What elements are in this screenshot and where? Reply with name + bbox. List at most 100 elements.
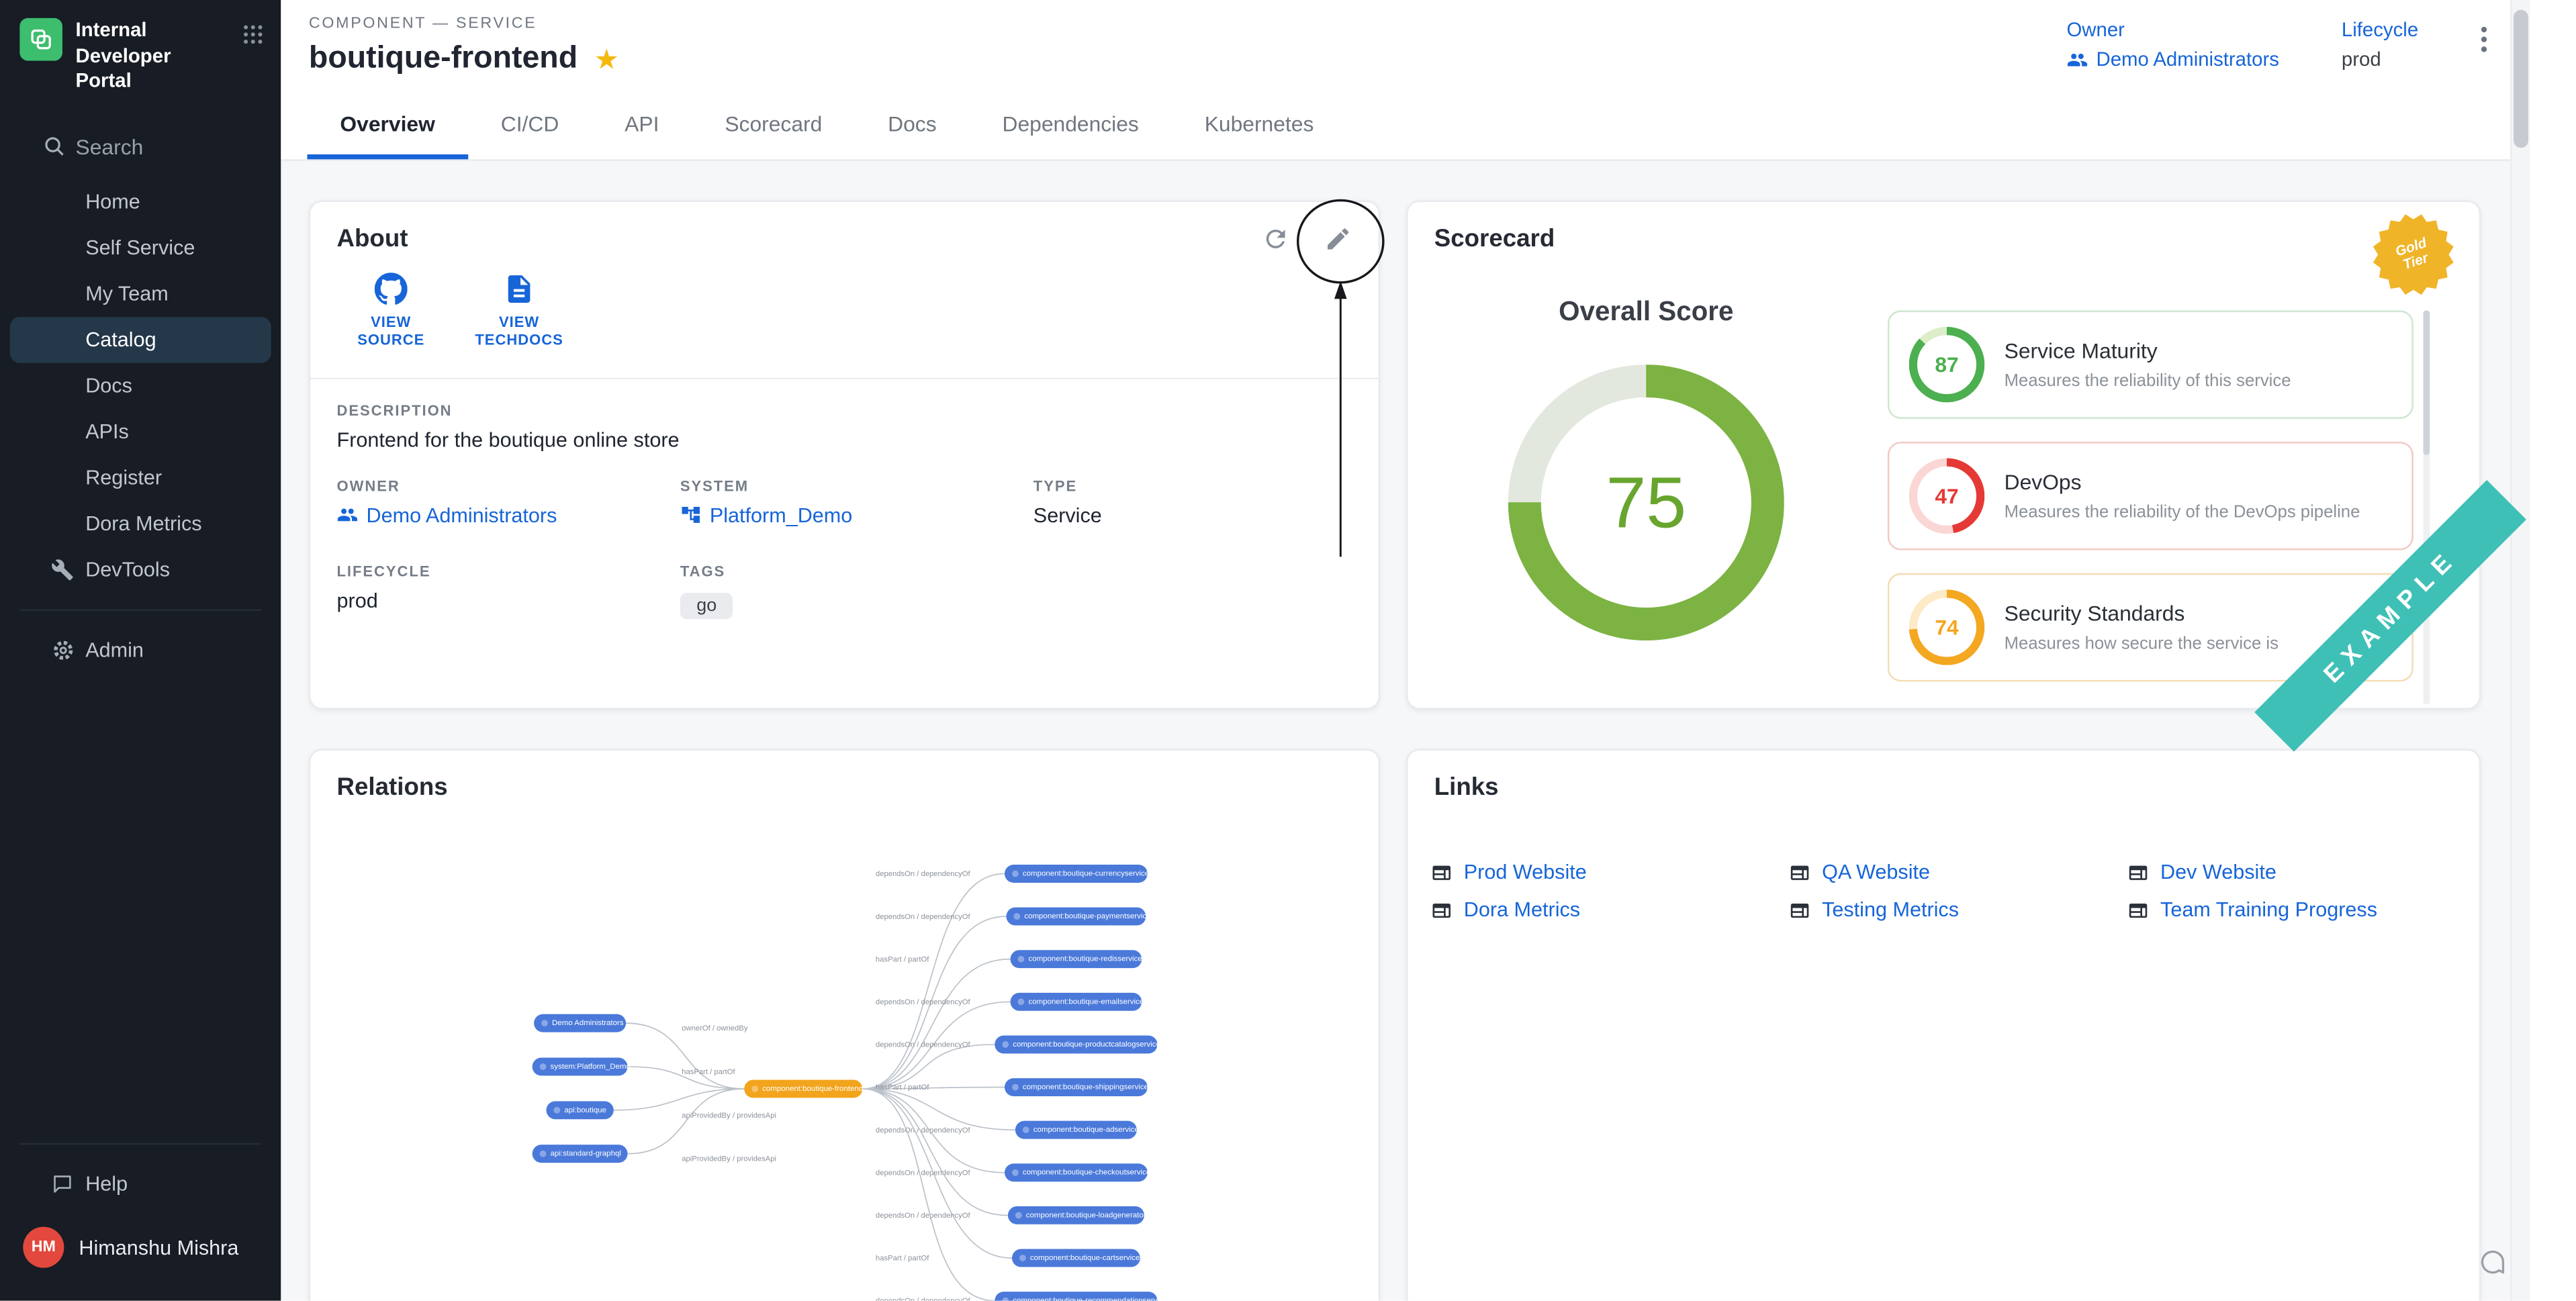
svg-text:apiProvidedBy / providesApi: apiProvidedBy / providesApi <box>682 1112 776 1120</box>
user-name: Himanshu Mishra <box>79 1237 238 1259</box>
star-icon[interactable]: ★ <box>594 45 619 73</box>
refresh-icon[interactable] <box>1250 213 1299 262</box>
portal-logo-icon[interactable] <box>19 18 62 61</box>
svg-text:dependsOn / dependencyOf: dependsOn / dependencyOf <box>876 998 971 1006</box>
relation-node-component-boutique-emailservice[interactable]: component:boutique-emailservice <box>1011 993 1144 1011</box>
tab-kubernetes[interactable]: Kubernetes <box>1172 89 1347 159</box>
score-ring: 87 <box>1909 327 1985 403</box>
view-techdocs-button[interactable]: VIEW TECHDOCS <box>465 273 573 350</box>
relation-node-component-boutique-frontend[interactable]: component:boutique-frontend <box>744 1080 863 1098</box>
svg-text:component:boutique-loadgenerat: component:boutique-loadgenerator <box>1026 1211 1146 1219</box>
relation-node-demo-administrators[interactable]: Demo Administrators <box>534 1014 626 1032</box>
overall-score-ring: 75 <box>1508 365 1784 640</box>
tree-icon <box>680 504 702 526</box>
web-icon <box>1789 899 1810 920</box>
svg-text:Demo Administrators: Demo Administrators <box>552 1019 624 1027</box>
system-link[interactable]: Platform_Demo <box>680 503 852 526</box>
links-title: Links <box>1408 751 2479 802</box>
scorecard-item-desc: Measures how secure the service is <box>2005 634 2279 653</box>
link-qa-website[interactable]: QA Website <box>1789 861 2127 883</box>
sidebar-item-label: APIs <box>85 420 129 443</box>
sidebar-item-dora-metrics[interactable]: Dora Metrics <box>10 501 271 546</box>
description-value: Frontend for the boutique online store <box>337 428 1352 450</box>
svg-text:system:Platform_Demo: system:Platform_Demo <box>551 1063 631 1071</box>
sidebar-item-label: Register <box>85 466 162 489</box>
relation-node-component-boutique-adservice[interactable]: component:boutique-adservice <box>1015 1121 1139 1139</box>
relation-node-component-boutique-loadgenerator[interactable]: component:boutique-loadgenerator <box>1008 1206 1146 1224</box>
svg-text:component:boutique-checkoutser: component:boutique-checkoutservice <box>1023 1169 1150 1177</box>
svg-text:api:standard-graphql: api:standard-graphql <box>551 1150 621 1158</box>
edit-icon[interactable] <box>1313 213 1362 262</box>
view-source-button[interactable]: VIEW SOURCE <box>337 273 445 350</box>
web-icon <box>1431 861 1453 883</box>
svg-text:hasPart / partOf: hasPart / partOf <box>876 955 929 963</box>
sidebar-item-help[interactable]: Help <box>10 1161 271 1208</box>
sidebar-item-catalog[interactable]: Catalog <box>10 317 271 363</box>
chat-icon <box>51 1173 74 1196</box>
svg-text:component:boutique-productcata: component:boutique-productcatalogservice <box>1013 1041 1160 1049</box>
sidebar-item-admin[interactable]: Admin <box>10 627 271 673</box>
relation-node-component-boutique-currencyservice[interactable]: component:boutique-currencyservice <box>1005 865 1149 883</box>
svg-text:component:boutique-redisservic: component:boutique-redisservice <box>1028 955 1142 963</box>
chat-bubble-icon[interactable] <box>2476 1247 2507 1278</box>
sidebar-item-self-service[interactable]: Self Service <box>10 225 271 271</box>
tab-scorecard[interactable]: Scorecard <box>692 89 855 159</box>
link-dora-metrics[interactable]: Dora Metrics <box>1431 898 1789 921</box>
page-scrollbar[interactable] <box>2510 0 2530 1301</box>
page-scrollbar-thumb[interactable] <box>2513 10 2528 148</box>
relation-node-component-boutique-recommendationservice[interactable]: component:boutique-recommendationservice <box>995 1292 1167 1301</box>
relations-title: Relations <box>310 751 1378 802</box>
scorecard-item-service-maturity[interactable]: 87Service MaturityMeasures the reliabili… <box>1888 310 2413 418</box>
github-icon <box>375 273 408 305</box>
scorecard-scrollbar-thumb[interactable] <box>2423 310 2430 454</box>
scorecard-item-devops[interactable]: 47DevOpsMeasures the reliability of the … <box>1888 442 2413 550</box>
tab-ci-cd[interactable]: CI/CD <box>468 89 592 159</box>
link-testing-metrics[interactable]: Testing Metrics <box>1789 898 2127 921</box>
lifecycle-value: prod <box>337 589 680 612</box>
relation-node-component-boutique-checkoutservice[interactable]: component:boutique-checkoutservice <box>1005 1163 1150 1182</box>
sidebar-item-label: DevTools <box>85 558 170 581</box>
relation-node-component-boutique-productcatalogservice[interactable]: component:boutique-productcatalogservice <box>995 1035 1160 1053</box>
type-value: Service <box>1033 503 1352 526</box>
owner-link[interactable]: Demo Administrators <box>337 503 557 526</box>
kebab-menu-icon[interactable] <box>2481 18 2487 52</box>
search-label: Search <box>76 134 144 159</box>
sidebar-item-my-team[interactable]: My Team <box>10 271 271 316</box>
sidebar-search[interactable]: Search <box>0 122 281 173</box>
relation-node-component-boutique-redisservice[interactable]: component:boutique-redisservice <box>1011 950 1142 968</box>
link-dev-website[interactable]: Dev Website <box>2127 861 2452 883</box>
lifecycle-label: Lifecycle <box>2342 18 2418 41</box>
user-profile[interactable]: HM Himanshu Mishra <box>0 1208 281 1292</box>
lifecycle-label: LIFECYCLE <box>337 563 680 579</box>
sidebar-item-home[interactable]: Home <box>10 179 271 225</box>
tab-overview[interactable]: Overview <box>307 89 467 159</box>
svg-text:component:boutique-recommendat: component:boutique-recommendationservice <box>1013 1297 1167 1301</box>
sidebar-item-devtools[interactable]: DevTools <box>10 546 271 593</box>
description-label: DESCRIPTION <box>337 401 1352 418</box>
owner-link[interactable]: Demo Administrators <box>2066 48 2279 70</box>
link-team-training-progress[interactable]: Team Training Progress <box>2127 898 2452 921</box>
gear-icon <box>51 638 76 663</box>
tab-docs[interactable]: Docs <box>855 89 969 159</box>
relation-node-component-boutique-cartservice[interactable]: component:boutique-cartservice <box>1012 1249 1140 1267</box>
tab-dependencies[interactable]: Dependencies <box>970 89 1172 159</box>
relation-node-api-standard-graphql[interactable]: api:standard-graphql <box>533 1145 628 1163</box>
svg-text:87: 87 <box>1935 352 1958 377</box>
sidebar-item-docs[interactable]: Docs <box>10 363 271 409</box>
svg-text:dependsOn / dependencyOf: dependsOn / dependencyOf <box>876 1169 971 1177</box>
sidebar-item-apis[interactable]: APIs <box>10 409 271 455</box>
relation-node-component-boutique-paymentservice[interactable]: component:boutique-paymentservice <box>1006 908 1150 926</box>
relation-node-system-platform-demo[interactable]: system:Platform_Demo <box>533 1057 631 1075</box>
tag-chip[interactable]: go <box>680 593 733 619</box>
svg-text:dependsOn / dependencyOf: dependsOn / dependencyOf <box>876 1126 971 1135</box>
tab-api[interactable]: API <box>592 89 692 159</box>
sidebar-header: Internal Developer Portal <box>0 0 281 108</box>
relations-graph[interactable]: dependsOn / dependencyOf dependsOn / depe… <box>310 816 1381 1301</box>
grid-icon[interactable] <box>242 18 265 46</box>
web-icon <box>2127 899 2149 920</box>
entity-header: COMPONENT — SERVICE boutique-frontend ★ … <box>281 0 2530 89</box>
link-prod-website[interactable]: Prod Website <box>1431 861 1789 883</box>
sidebar-item-register[interactable]: Register <box>10 454 271 501</box>
relation-node-component-boutique-shippingservice[interactable]: component:boutique-shippingservice <box>1005 1078 1148 1096</box>
relation-node-api-boutique[interactable]: api:boutique <box>546 1101 613 1119</box>
